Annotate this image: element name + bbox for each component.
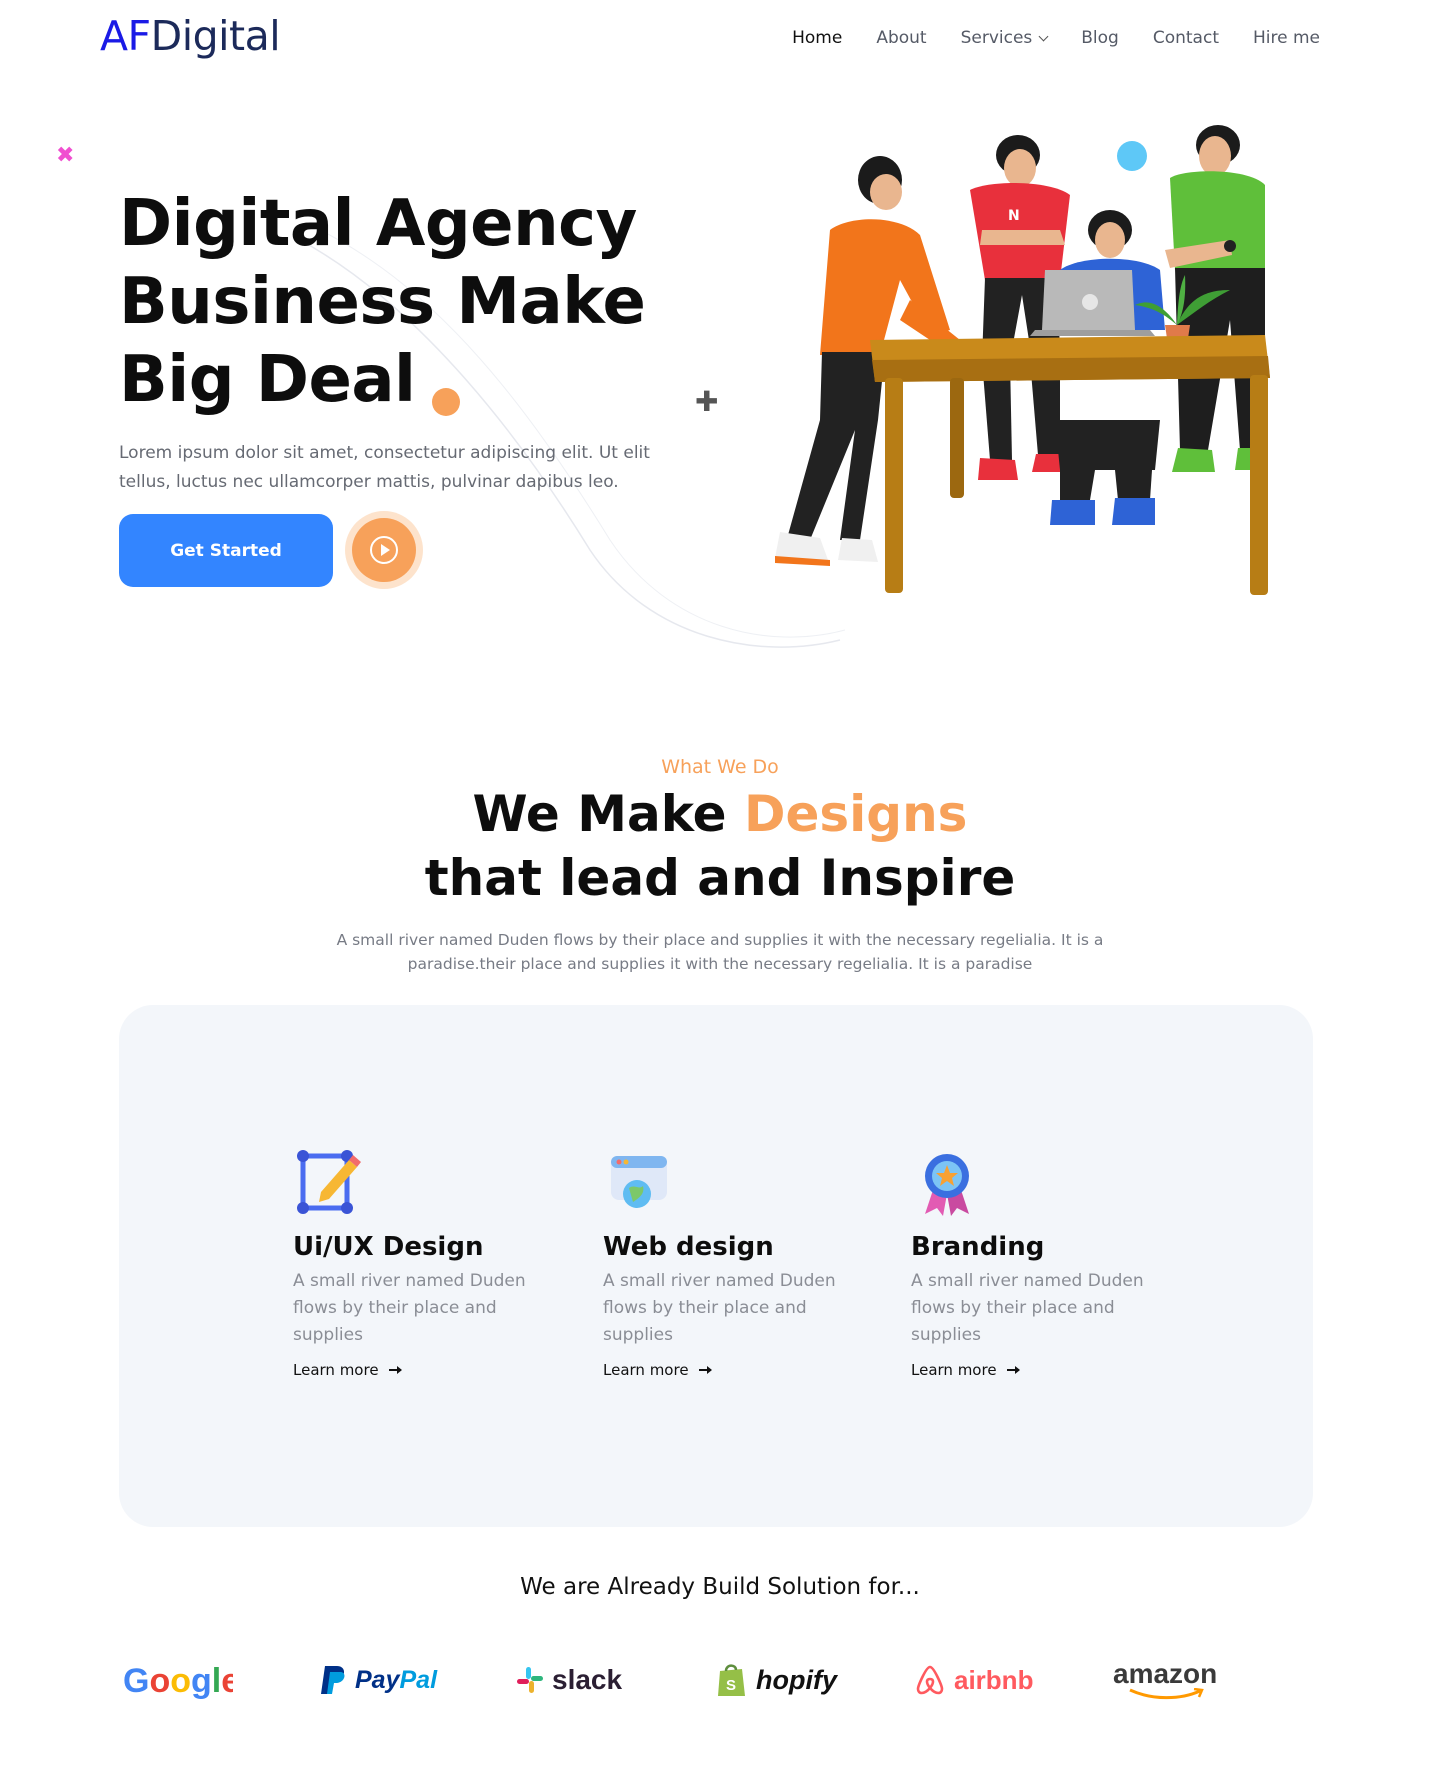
hero-title: Digital Agency Business Make Big Deal [119,185,719,419]
amazon-smile-icon [1129,1688,1204,1700]
hero-title-line-1: Digital Agency [119,187,637,261]
nav-hire-me[interactable]: Hire me [1253,28,1320,48]
main-nav: Home About Services Blog Contact Hire me [792,28,1320,48]
brand-logo[interactable]: AFDigital [100,12,281,60]
slack-wordmark: slack [552,1664,623,1695]
nav-home[interactable]: Home [792,28,842,48]
hero-title-line-3: Big Deal [119,343,416,417]
slack-logo: slack [516,1650,622,1710]
slack-icon [517,1667,543,1693]
nav-services-label: Services [960,28,1033,48]
amazon-logo: amazon [1113,1650,1217,1710]
section-title-accent: Designs [743,785,968,843]
award-badge-icon [925,1154,969,1216]
brand-logo-part1: AF [100,12,151,60]
svg-text:Google: Google [123,1662,233,1700]
nav-home-label: Home [792,28,843,48]
section-subtitle: A small river named Duden flows by their… [336,931,1104,973]
google-wordmark-letter: l [212,1662,221,1700]
airbnb-wordmark: airbnb [954,1664,1034,1695]
paypal-wordmark: PayPal [355,1666,437,1695]
nav-contact-label: Contact [1152,28,1219,48]
airbnb-icon [916,1665,944,1695]
learn-more-link[interactable]: Learn more [293,1361,563,1379]
google-logo: Google [123,1650,233,1710]
pink-x-decoration: ✖ [56,143,75,168]
nav-about[interactable]: About [876,28,926,48]
paypal-icon [321,1666,345,1694]
section-title: We Make Designs that lead and Inspire [0,782,1440,910]
design-pencil-icon [297,1150,361,1214]
service-card-web: Web design A small river named Duden flo… [603,1146,873,1379]
service-card-uiux: Ui/UX Design A small river named Duden f… [293,1146,563,1379]
nav-services[interactable]: Services [960,28,1049,48]
learn-more-link[interactable]: Learn more [911,1361,1181,1379]
section-title-line-2: that lead and Inspire [424,849,1016,907]
play-circle-icon [352,518,416,582]
arrow-right-icon [1006,1366,1020,1374]
brand-logo-part2: Digital [150,12,281,60]
svg-text:S: S [726,1677,736,1694]
web-browser-globe-icon [611,1156,667,1208]
hero-title-line-2: Business Make [119,265,646,339]
nav-contact[interactable]: Contact [1153,28,1219,48]
google-wordmark-letter: G [123,1662,149,1700]
section-kicker: What We Do [661,756,779,778]
svg-text:N: N [1008,208,1020,224]
nav-blog-label: Blog [1081,28,1119,48]
google-wordmark-letter: e [221,1662,233,1700]
learn-more-label: Learn more [293,1361,379,1379]
service-card-title: Web design [603,1232,774,1262]
learn-more-label: Learn more [603,1361,689,1379]
paypal-wordmark-part: Pal [399,1665,438,1694]
arrow-right-icon [698,1366,712,1374]
chevron-down-icon [1038,31,1049,41]
shopify-wordmark: hopify [756,1664,837,1695]
nav-blog[interactable]: Blog [1081,28,1119,48]
client-logos: Google PayPal slack S hopify airbnb amaz… [119,1650,1239,1710]
arrow-right-icon [388,1366,402,1374]
service-card-title: Branding [911,1232,1045,1262]
service-card-text: A small river named Duden flows by their… [911,1271,1144,1345]
site-header: AFDigital Home About Services Blog Conta… [0,0,1440,80]
nav-about-label: About [876,28,927,48]
shopify-bag-icon: S [718,1664,745,1696]
clients-title: We are Already Build Solution for... [520,1574,920,1600]
google-wordmark: Google [123,1662,233,1700]
google-wordmark-letter: o [170,1662,191,1700]
section-title-line-1: We Make Designs [0,782,1440,846]
shopify-logo: S hopify [716,1650,837,1710]
amazon-wordmark: amazon [1113,1658,1218,1689]
paypal-wordmark-part: Pay [355,1665,400,1694]
team-working-illustration: N [775,125,1270,595]
play-video-button[interactable] [345,511,423,589]
services-panel: Ui/UX Design A small river named Duden f… [119,1005,1313,1527]
get-started-button[interactable]: Get Started [119,514,333,587]
learn-more-link[interactable]: Learn more [603,1361,873,1379]
nav-hire-me-label: Hire me [1252,28,1320,48]
airbnb-logo: airbnb [914,1650,1033,1710]
paypal-logo: PayPal [319,1650,437,1710]
section-title-line-1-text: We Make [472,785,744,843]
service-card-branding: Branding A small river named Duden flows… [911,1146,1181,1379]
google-wordmark-letter: o [149,1662,170,1700]
service-card-title: Ui/UX Design [293,1232,484,1262]
service-card-text: A small river named Duden flows by their… [293,1271,526,1345]
learn-more-label: Learn more [911,1361,997,1379]
hero-description: Lorem ipsum dolor sit amet, consectetur … [119,443,650,492]
service-card-text: A small river named Duden flows by their… [603,1271,836,1345]
google-wordmark-letter: g [191,1662,212,1700]
